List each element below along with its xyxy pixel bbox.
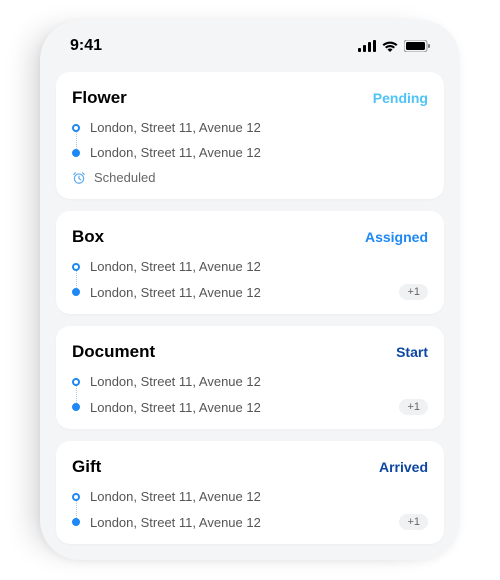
cellular-icon [358,40,376,52]
stops-list: London, Street 11, Avenue 12London, Stre… [72,374,428,415]
stop-label: London, Street 11, Avenue 12 [90,259,261,274]
status-badge[interactable]: Arrived [379,459,428,475]
stop-item: London, Street 11, Avenue 12 [72,120,428,135]
statusbar: 9:41 [56,20,444,72]
route-dot-icon [72,288,80,296]
card-header: Flower Pending [72,88,428,108]
stop-item: London, Street 11, Avenue 12 [72,374,428,389]
card-header: Box Assigned [72,227,428,247]
stop-item: London, Street 11, Avenue 12 +1 [72,284,428,300]
card-header: Document Start [72,342,428,362]
stop-label: London, Street 11, Avenue 12 [90,400,261,415]
stop-label: London, Street 11, Avenue 12 [90,489,261,504]
stop-item: London, Street 11, Avenue 12 [72,145,428,160]
scheduled-row: Scheduled [72,170,428,185]
stop-item: London, Street 11, Avenue 12 [72,259,428,274]
battery-icon [404,40,430,52]
card-title: Flower [72,88,127,108]
clock-icon [72,171,86,185]
card-title: Box [72,227,104,247]
status-badge[interactable]: Pending [373,90,428,106]
card-header: Gift Arrived [72,457,428,477]
status-badge[interactable]: Assigned [365,229,428,245]
route-dot-icon [72,518,80,526]
scheduled-label: Scheduled [94,170,155,185]
wifi-icon [382,40,398,52]
route-dot-icon [72,403,80,411]
card-title: Gift [72,457,101,477]
card-title: Document [72,342,155,362]
route-dot-icon [72,493,80,501]
extra-count-badge: +1 [399,284,428,300]
stop-item: London, Street 11, Avenue 12 +1 [72,399,428,415]
status-badge[interactable]: Start [396,344,428,360]
route-dot-icon [72,263,80,271]
stop-label: London, Street 11, Avenue 12 [90,285,261,300]
phone-frame: 9:41 Flower Pending London, Street 11, Ave… [40,20,460,560]
delivery-card[interactable]: Document Start London, Street 11, Avenue 1… [56,326,444,429]
stop-item: London, Street 11, Avenue 12 +1 [72,514,428,530]
stop-label: London, Street 11, Avenue 12 [90,145,261,160]
cards-list[interactable]: Flower Pending London, Street 11, Avenue 1… [56,72,444,544]
status-icons [358,40,430,52]
statusbar-time: 9:41 [70,37,102,55]
extra-count-badge: +1 [399,399,428,415]
delivery-card[interactable]: BoxAssignedLondon, Street 11, Avenue 12L… [56,211,444,314]
stop-label: London, Street 11, Avenue 12 [90,120,261,135]
delivery-card[interactable]: GiftArrivedLondon, Street 11, Avenue 12L… [56,441,444,544]
route-dot-icon [72,149,80,157]
stops-list: London, Street 11, Avenue 12 London, Stre… [72,120,428,160]
stop-label: London, Street 11, Avenue 12 [90,515,261,530]
stops-list: London, Street 11, Avenue 12London, Stre… [72,489,428,530]
route-dot-icon [72,378,80,386]
stops-list: London, Street 11, Avenue 12London, Stre… [72,259,428,300]
stop-item: London, Street 11, Avenue 12 [72,489,428,504]
delivery-card[interactable]: Flower Pending London, Street 11, Avenue 1… [56,72,444,199]
extra-count-badge: +1 [399,514,428,530]
stop-label: London, Street 11, Avenue 12 [90,374,261,389]
route-dot-icon [72,124,80,132]
